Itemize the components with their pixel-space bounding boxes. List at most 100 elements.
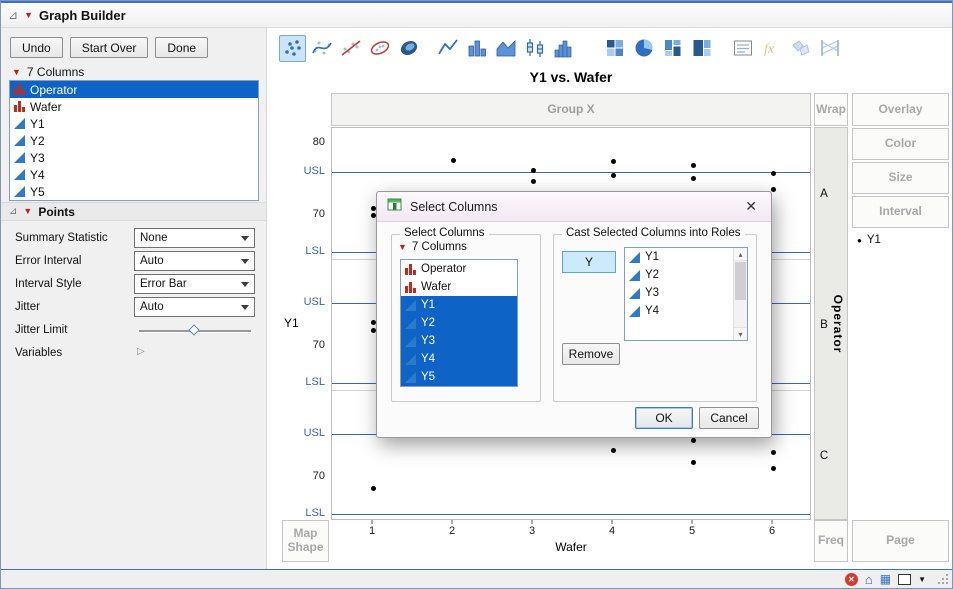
- close-icon[interactable]: ✕: [741, 198, 761, 215]
- x-tick-label: 2: [448, 525, 456, 537]
- drop-zone-interval[interactable]: Interval: [852, 196, 949, 228]
- smoother-icon[interactable]: [308, 35, 335, 62]
- y-role-list: ▴ ▾ Y1 Y2 Y3 Y4: [624, 247, 748, 341]
- x-tick-label: 4: [608, 525, 616, 537]
- points-icon[interactable]: [279, 34, 306, 62]
- drop-zone-map-shape[interactable]: Map Shape: [282, 520, 329, 562]
- continuous-column-icon: [13, 135, 25, 146]
- column-item-y1[interactable]: Y1: [625, 248, 732, 266]
- area-icon[interactable]: [492, 35, 519, 62]
- done-button[interactable]: Done: [155, 37, 209, 58]
- dialog-titlebar[interactable]: Select Columns ✕: [377, 192, 771, 222]
- resize-grip: [937, 573, 949, 585]
- y-tick-label: LSL: [305, 375, 325, 388]
- bar-icon[interactable]: [463, 35, 490, 62]
- disclosure-triangle-icon[interactable]: ▷: [137, 346, 145, 357]
- red-triangle-menu-icon[interactable]: ▼: [23, 207, 32, 216]
- x-tick-label: 3: [528, 525, 536, 537]
- continuous-column-icon: [13, 152, 25, 163]
- home-icon[interactable]: ⌂: [865, 573, 873, 586]
- error-interval-dropdown[interactable]: Auto: [134, 251, 255, 271]
- dropdown-arrow-icon[interactable]: ▼: [918, 575, 926, 584]
- graph-builder-window: ⊿ ▼ Graph Builder Undo Start Over Done ▼ 7…: [0, 0, 953, 589]
- cancel-button[interactable]: Cancel: [699, 407, 759, 429]
- summary-statistic-dropdown[interactable]: None: [134, 228, 255, 248]
- collapse-triangle-icon[interactable]: ⊿: [8, 9, 18, 21]
- columns-dialog-icon: [387, 197, 402, 217]
- drop-zone-group-x[interactable]: Group X: [331, 93, 811, 126]
- pie-icon[interactable]: [630, 35, 657, 62]
- parallel-icon[interactable]: [816, 35, 843, 62]
- y-role-button[interactable]: Y: [562, 251, 616, 273]
- treemap-icon[interactable]: [688, 35, 715, 62]
- red-triangle-menu-icon[interactable]: ▼: [12, 67, 21, 77]
- column-item-y1[interactable]: Y1: [10, 115, 258, 132]
- drop-zone-page[interactable]: Page: [852, 520, 949, 562]
- drop-zone-wrap[interactable]: Wrap: [814, 93, 848, 126]
- column-item-wafer[interactable]: Wafer: [10, 98, 258, 115]
- column-item-y4[interactable]: Y4: [401, 350, 517, 368]
- ok-button[interactable]: OK: [635, 407, 693, 429]
- scroll-down-icon[interactable]: ▾: [734, 327, 747, 340]
- x-tick-mark: [451, 520, 453, 524]
- data-point: [610, 159, 616, 164]
- continuous-column-icon: [628, 251, 640, 263]
- column-item-y2[interactable]: Y2: [10, 132, 258, 149]
- interval-style-dropdown[interactable]: Error Bar: [134, 274, 255, 294]
- heatmap-icon[interactable]: [601, 35, 628, 62]
- window-icon[interactable]: [898, 573, 912, 585]
- x-axis[interactable]: 1 2 3 4 5 6: [331, 520, 811, 540]
- start-over-button[interactable]: Start Over: [69, 37, 149, 58]
- jitter-limit-slider[interactable]: [139, 324, 251, 336]
- jitter-dropdown[interactable]: Auto: [134, 297, 255, 317]
- histogram-icon[interactable]: [550, 35, 577, 62]
- drop-zone-overlay[interactable]: Overlay: [852, 93, 949, 126]
- map-shapes-icon[interactable]: [787, 35, 814, 62]
- box-plot-icon[interactable]: [521, 35, 548, 62]
- y-role-scrollbar[interactable]: ▴ ▾: [733, 248, 747, 340]
- continuous-column-icon: [13, 186, 25, 197]
- error-status-icon[interactable]: ✕: [844, 572, 858, 586]
- x-tick-mark: [691, 520, 693, 524]
- caption-box-icon[interactable]: [729, 35, 756, 62]
- column-item-operator[interactable]: Operator: [401, 260, 517, 278]
- points-control-variables: Variables ▷: [15, 343, 259, 364]
- column-item-y1[interactable]: Y1: [401, 296, 517, 314]
- line-of-fit-icon[interactable]: [337, 35, 364, 62]
- red-triangle-menu-icon[interactable]: ▼: [398, 242, 407, 252]
- collapse-triangle-icon[interactable]: ⊿: [9, 206, 17, 217]
- column-item-y5[interactable]: Y5: [10, 183, 258, 200]
- column-item-label: Y4: [30, 167, 45, 182]
- scroll-thumb[interactable]: [735, 262, 746, 300]
- y-axis-ticks[interactable]: 80 USL USL USL 70 70 70 LSL LSL LSL: [283, 127, 327, 520]
- drop-zone-color[interactable]: Color: [852, 128, 949, 160]
- column-item-y4[interactable]: Y4: [10, 166, 258, 183]
- drop-zone-freq[interactable]: Freq: [814, 520, 848, 562]
- scroll-up-icon[interactable]: ▴: [734, 248, 747, 261]
- nominal-column-icon: [13, 84, 25, 95]
- line-icon[interactable]: [434, 35, 461, 62]
- contour-icon[interactable]: [395, 35, 422, 62]
- y-tick-label: LSL: [305, 244, 325, 257]
- column-item-y3[interactable]: Y3: [10, 149, 258, 166]
- undo-button[interactable]: Undo: [10, 37, 63, 58]
- data-table-icon[interactable]: ▦: [880, 573, 891, 585]
- slider-thumb[interactable]: [188, 324, 200, 336]
- x-axis-title[interactable]: Wafer: [331, 540, 811, 554]
- column-item-wafer[interactable]: Wafer: [401, 278, 517, 296]
- column-item-y3[interactable]: Y3: [401, 332, 517, 350]
- columns-list: Operator Wafer Y1 Y2 Y3 Y4 Y5: [9, 80, 259, 201]
- column-item-y2[interactable]: Y2: [401, 314, 517, 332]
- mosaic-icon[interactable]: [659, 35, 686, 62]
- column-item-y3[interactable]: Y3: [625, 284, 732, 302]
- formula-icon[interactable]: fx: [758, 35, 785, 62]
- red-triangle-menu-icon[interactable]: ▼: [24, 10, 33, 20]
- remove-button[interactable]: Remove: [562, 343, 620, 365]
- column-item-y2[interactable]: Y2: [625, 266, 732, 284]
- data-point: [610, 172, 616, 178]
- ellipse-icon[interactable]: [366, 35, 393, 62]
- column-item-operator[interactable]: Operator: [10, 81, 258, 98]
- column-item-y4[interactable]: Y4: [625, 302, 732, 320]
- column-item-y5[interactable]: Y5: [401, 368, 517, 386]
- drop-zone-size[interactable]: Size: [852, 162, 949, 194]
